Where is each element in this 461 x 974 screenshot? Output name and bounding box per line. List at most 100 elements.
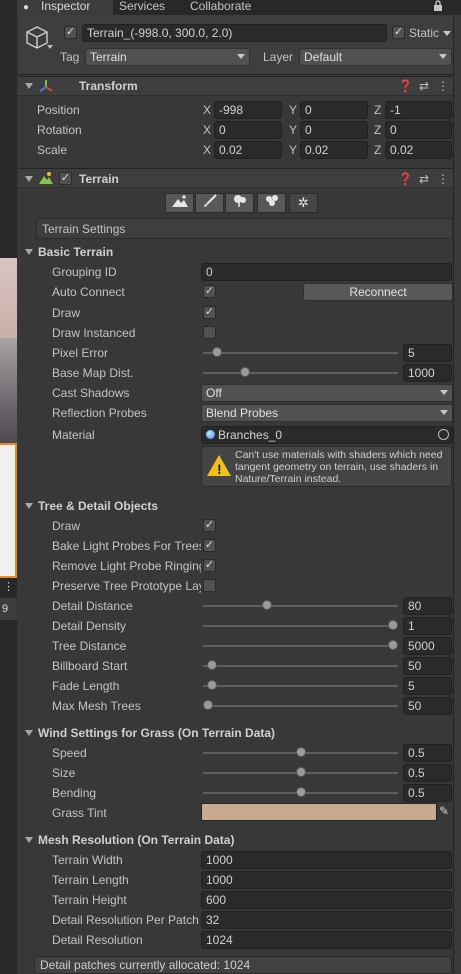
tree-detail-foldout-icon[interactable] xyxy=(25,503,33,509)
detail-icon[interactable] xyxy=(257,193,286,213)
scale-x-axis[interactable]: X xyxy=(203,142,211,158)
scale-y-axis[interactable]: Y xyxy=(289,142,297,158)
cast-shadows-dropdown[interactable]: Off xyxy=(201,384,453,402)
active-checkbox[interactable]: ✓ xyxy=(64,26,77,39)
help-icon[interactable]: ❓ xyxy=(398,78,413,94)
transform-foldout-icon[interactable] xyxy=(25,83,33,89)
basic-terrain-title[interactable]: Basic Terrain xyxy=(38,244,113,260)
fade-length-slider-handle[interactable] xyxy=(206,680,217,690)
max-mesh-trees-slider-track[interactable] xyxy=(203,705,398,707)
tree-draw-checkbox[interactable]: ✓ xyxy=(203,519,216,532)
wind-speed-field[interactable]: 0.5 xyxy=(403,744,452,762)
billboard-start-slider-track[interactable] xyxy=(203,665,398,667)
more-menu-icon[interactable]: ⋮ xyxy=(437,78,449,94)
preserve-tree-prototype-checkbox[interactable] xyxy=(203,579,216,592)
preset-icon[interactable]: ⇄ xyxy=(417,171,431,187)
rotation-x-field[interactable]: 0 xyxy=(214,121,282,139)
tab-services[interactable]: Services xyxy=(119,0,175,15)
fade-length-field[interactable]: 5 xyxy=(403,677,452,695)
detail-resolution-per-patch-field[interactable]: 32 xyxy=(201,911,452,929)
terrain-length-field[interactable]: 1000 xyxy=(201,871,452,889)
detail-density-slider-handle[interactable] xyxy=(388,620,398,630)
inspector-scrollbar[interactable] xyxy=(453,15,461,974)
rotation-x-axis[interactable]: X xyxy=(203,122,211,138)
position-z-field[interactable]: -1 xyxy=(385,101,452,119)
tab-inspector[interactable]: ● Inspector xyxy=(17,0,113,15)
max-mesh-trees-field[interactable]: 50 xyxy=(403,697,452,715)
scale-x-field[interactable]: 0.02 xyxy=(214,141,282,159)
base-map-slider-handle[interactable] xyxy=(240,367,250,377)
material-field[interactable]: Branches_0 xyxy=(201,426,453,444)
base-map-field[interactable]: 1000 xyxy=(403,364,452,382)
scale-z-axis[interactable]: Z xyxy=(374,142,381,158)
position-y-axis[interactable]: Y xyxy=(289,102,297,118)
scale-z-field[interactable]: 0.02 xyxy=(385,141,452,159)
fade-length-slider-track[interactable] xyxy=(203,685,398,687)
rotation-y-field[interactable]: 0 xyxy=(300,121,368,139)
detail-resolution-field[interactable]: 1024 xyxy=(201,931,452,949)
basic-terrain-foldout-icon[interactable] xyxy=(25,249,33,255)
wind-size-field[interactable]: 0.5 xyxy=(403,764,452,782)
tree-distance-slider-handle[interactable] xyxy=(388,640,398,650)
grass-tint-color-field[interactable] xyxy=(201,803,437,821)
static-dropdown-icon[interactable] xyxy=(443,31,451,36)
tab-collaborate[interactable]: Collaborate xyxy=(190,0,260,15)
pixel-error-slider-track[interactable] xyxy=(203,352,398,354)
position-y-field[interactable]: 0 xyxy=(300,101,368,119)
grouping-id-field[interactable]: 0 xyxy=(201,263,452,281)
terrain-foldout-icon[interactable] xyxy=(25,176,33,182)
raise-terrain-icon[interactable] xyxy=(165,193,194,213)
draw-checkbox[interactable]: ✓ xyxy=(203,306,216,319)
terrain-height-field[interactable]: 600 xyxy=(201,891,452,909)
auto-connect-checkbox[interactable]: ✓ xyxy=(203,285,216,298)
billboard-start-slider-handle[interactable] xyxy=(206,660,217,670)
static-checkbox[interactable]: ✓ xyxy=(392,26,405,39)
gear-icon[interactable]: ✲ xyxy=(289,193,318,213)
max-mesh-trees-slider-handle[interactable] xyxy=(203,700,213,710)
mesh-resolution-title[interactable]: Mesh Resolution (On Terrain Data) xyxy=(38,832,234,848)
terrain-enabled-checkbox[interactable]: ✓ xyxy=(59,172,72,185)
rotation-z-axis[interactable]: Z xyxy=(374,122,381,138)
rotation-y-axis[interactable]: Y xyxy=(289,122,297,138)
icon-dropdown-arrow[interactable] xyxy=(47,45,53,49)
billboard-start-field[interactable]: 50 xyxy=(403,657,452,675)
tree-distance-slider-track[interactable] xyxy=(203,645,398,647)
object-name-field[interactable]: Terrain_(-998.0, 300.0, 2.0) xyxy=(82,24,387,42)
tree-icon[interactable] xyxy=(225,193,254,213)
position-x-field[interactable]: -998 xyxy=(214,101,282,119)
remove-light-probe-ringing-checkbox[interactable]: ✓ xyxy=(203,559,216,572)
reflection-probes-dropdown[interactable]: Blend Probes xyxy=(201,404,453,422)
scale-y-field[interactable]: 0.02 xyxy=(300,141,368,159)
wind-size-slider-handle[interactable] xyxy=(295,767,306,777)
tree-distance-field[interactable]: 5000 xyxy=(403,637,452,655)
wind-settings-foldout-icon[interactable] xyxy=(25,730,33,736)
reconnect-button[interactable]: Reconnect xyxy=(303,283,453,301)
eyedropper-icon[interactable]: ✎ xyxy=(439,804,449,818)
pixel-error-field[interactable]: 5 xyxy=(403,344,452,362)
draw-instanced-checkbox[interactable] xyxy=(203,326,216,339)
tag-dropdown[interactable]: Terrain xyxy=(85,48,250,66)
layer-dropdown[interactable]: Default xyxy=(299,48,452,66)
object-picker-icon[interactable] xyxy=(438,429,449,440)
paint-brush-icon[interactable] xyxy=(195,193,224,213)
position-z-axis[interactable]: Z xyxy=(374,102,381,118)
mesh-resolution-foldout-icon[interactable] xyxy=(25,837,33,843)
wind-bending-field[interactable]: 0.5 xyxy=(403,784,452,802)
help-icon[interactable]: ❓ xyxy=(398,171,413,187)
detail-distance-field[interactable]: 80 xyxy=(403,597,452,615)
tree-detail-title[interactable]: Tree & Detail Objects xyxy=(38,498,158,514)
scene-menu-icon[interactable]: ⋮ xyxy=(3,580,14,593)
more-menu-icon[interactable]: ⋮ xyxy=(437,171,449,187)
detail-density-field[interactable]: 1 xyxy=(403,617,452,635)
base-map-slider-track[interactable] xyxy=(203,372,398,374)
position-x-axis[interactable]: X xyxy=(203,102,211,118)
terrain-width-field[interactable]: 1000 xyxy=(201,851,452,869)
wind-settings-title[interactable]: Wind Settings for Grass (On Terrain Data… xyxy=(38,725,275,741)
preset-icon[interactable]: ⇄ xyxy=(417,78,431,94)
detail-distance-slider-track[interactable] xyxy=(203,605,398,607)
rotation-z-field[interactable]: 0 xyxy=(385,121,452,139)
wind-bending-slider-handle[interactable] xyxy=(295,787,306,797)
bake-light-probes-checkbox[interactable]: ✓ xyxy=(203,539,216,552)
detail-density-slider-track[interactable] xyxy=(203,625,398,627)
wind-speed-slider-handle[interactable] xyxy=(295,747,306,757)
